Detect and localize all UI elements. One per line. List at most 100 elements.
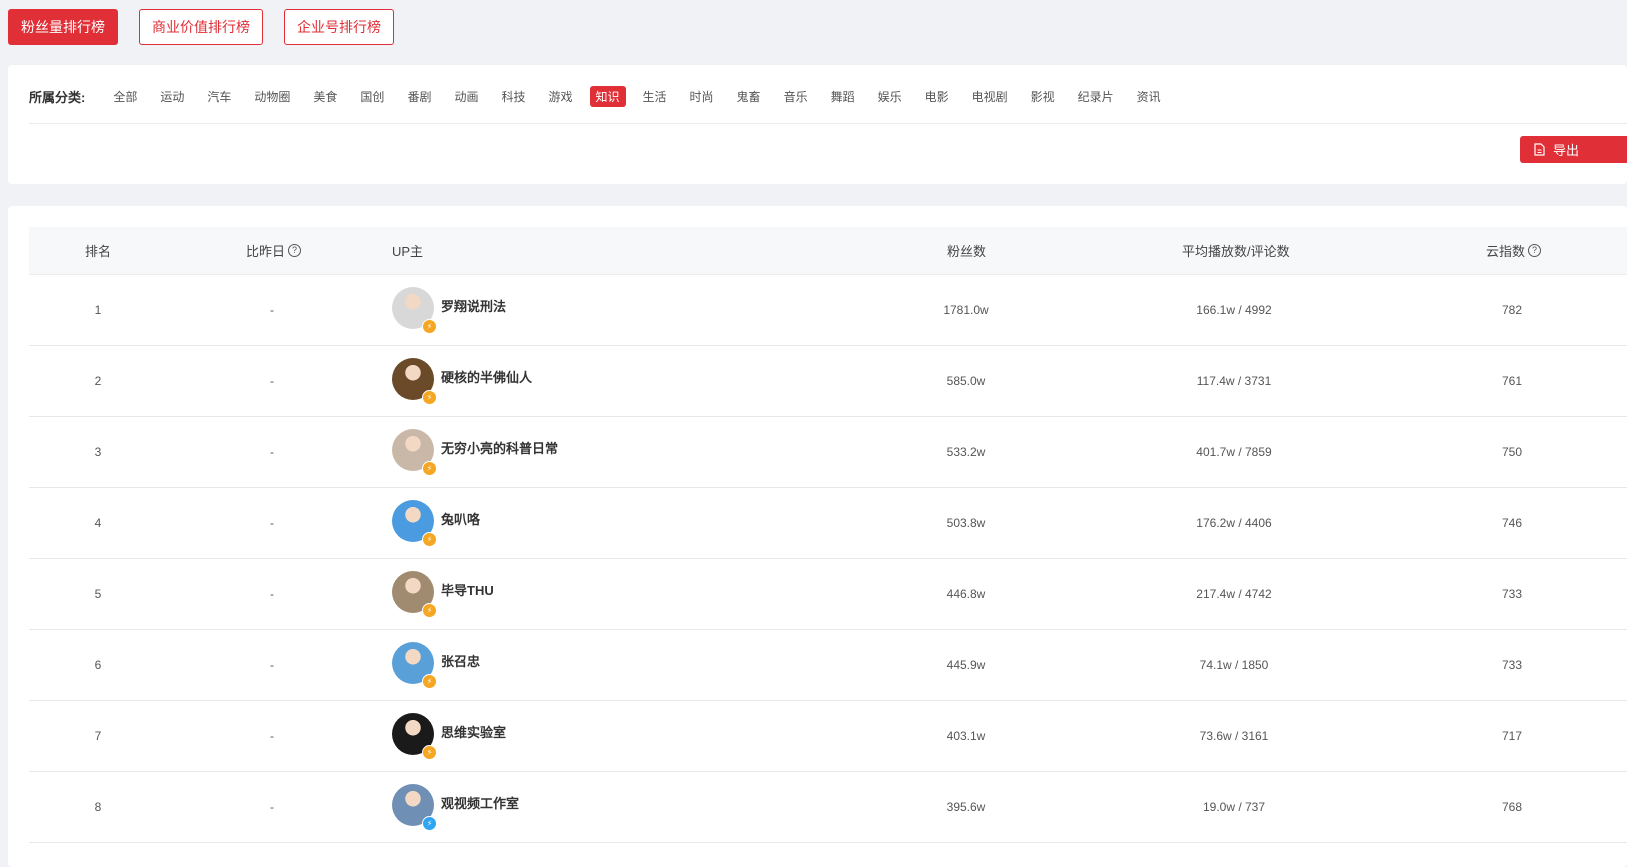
table-row[interactable]: 3 - ⚡ 无穷小亮的科普日常 533.2w 401.7w / 7859 750	[29, 417, 1627, 488]
table-row[interactable]: 1 - ⚡ 罗翔说刑法 1781.0w 166.1w / 4992 782	[29, 275, 1627, 346]
category-animals[interactable]: 动物圈	[248, 86, 296, 107]
up-cell[interactable]: ⚡ 无穷小亮的科普日常	[392, 417, 558, 487]
change-value: -	[270, 587, 274, 601]
verified-badge-icon: ⚡	[422, 390, 437, 405]
avg-value: 166.1w / 4992	[1196, 303, 1272, 317]
fans-value: 503.8w	[946, 516, 986, 530]
category-fashion[interactable]: 时尚	[684, 86, 720, 107]
header-fans-label: 粉丝数	[947, 244, 987, 259]
table-row[interactable]: 5 - ⚡ 毕导THU 446.8w 217.4w / 4742 733	[29, 559, 1627, 630]
header-change-label: 比昨日	[246, 244, 286, 259]
index-value: 761	[1501, 374, 1523, 388]
fans-value: 533.2w	[946, 445, 986, 459]
category-cars[interactable]: 汽车	[201, 86, 237, 107]
avg-value: 19.0w / 737	[1202, 800, 1266, 814]
category-bangumi[interactable]: 番剧	[401, 86, 437, 107]
up-cell[interactable]: ⚡ 思维实验室	[392, 701, 506, 771]
category-sports[interactable]: 运动	[154, 86, 190, 107]
category-food[interactable]: 美食	[307, 86, 343, 107]
category-life[interactable]: 生活	[637, 86, 673, 107]
avg-value: 74.1w / 1850	[1199, 658, 1269, 672]
verified-badge-icon: ⚡	[422, 461, 437, 476]
category-tv-series[interactable]: 电视剧	[966, 86, 1014, 107]
category-all[interactable]: 全部	[107, 86, 143, 107]
fans-value: 395.6w	[946, 800, 986, 814]
help-icon[interactable]: ?	[288, 244, 302, 257]
category-games[interactable]: 游戏	[542, 86, 578, 107]
category-filter-label: 所属分类:	[29, 89, 86, 105]
up-cell[interactable]: ⚡ 兔叭咯	[392, 488, 480, 558]
filter-divider	[29, 123, 1627, 124]
rank-value: 4	[94, 516, 102, 530]
up-cell[interactable]: ⚡ 毕导THU	[392, 559, 494, 629]
index-value: 733	[1501, 587, 1523, 601]
category-music[interactable]: 音乐	[778, 86, 814, 107]
export-button[interactable]: 导出	[1520, 136, 1627, 163]
rank-value: 5	[94, 587, 102, 601]
header-index: 云指数 ?	[1486, 227, 1542, 274]
avatar[interactable]: ⚡	[392, 287, 437, 334]
up-cell[interactable]: ⚡ 硬核的半佛仙人	[392, 346, 532, 416]
avg-value: 176.2w / 4406	[1196, 516, 1272, 530]
category-knowledge[interactable]: 知识	[589, 85, 626, 107]
header-avg: 平均播放数/评论数	[1182, 227, 1290, 274]
tab-business-value-ranking[interactable]: 商业价值排行榜	[139, 9, 263, 45]
up-name[interactable]: 思维实验室	[441, 722, 506, 741]
table-header: 排名 比昨日 ? UP主 粉丝数 平均播放数/评论数 云指数 ?	[29, 227, 1627, 275]
help-icon[interactable]: ?	[1528, 244, 1542, 257]
fans-value: 445.9w	[946, 658, 986, 672]
up-name[interactable]: 观视频工作室	[441, 793, 519, 812]
index-value: 746	[1501, 516, 1523, 530]
verified-badge-icon: ⚡	[422, 745, 437, 760]
avatar[interactable]: ⚡	[392, 358, 437, 405]
avatar[interactable]: ⚡	[392, 500, 437, 547]
category-kichiku[interactable]: 鬼畜	[731, 86, 767, 107]
category-documentary[interactable]: 纪录片	[1072, 86, 1120, 107]
avatar[interactable]: ⚡	[392, 642, 437, 689]
category-guochuang[interactable]: 国创	[354, 86, 390, 107]
fans-value: 585.0w	[946, 374, 986, 388]
category-film-tv[interactable]: 影视	[1025, 86, 1061, 107]
category-animation[interactable]: 动画	[448, 86, 484, 107]
table-row[interactable]: 2 - ⚡ 硬核的半佛仙人 585.0w 117.4w / 3731 761	[29, 346, 1627, 417]
tab-fans-ranking[interactable]: 粉丝量排行榜	[8, 9, 118, 45]
verified-badge-icon: ⚡	[422, 603, 437, 618]
rank-value: 6	[94, 658, 102, 672]
avatar[interactable]: ⚡	[392, 571, 437, 618]
category-news[interactable]: 资讯	[1131, 86, 1167, 107]
tab-enterprise-ranking[interactable]: 企业号排行榜	[284, 9, 394, 45]
fans-value: 446.8w	[946, 587, 986, 601]
up-name[interactable]: 兔叭咯	[441, 509, 480, 528]
avg-value: 401.7w / 7859	[1196, 445, 1272, 459]
avatar[interactable]: ⚡	[392, 713, 437, 760]
avg-value: 117.4w / 3731	[1196, 374, 1272, 388]
avg-value: 73.6w / 3161	[1199, 729, 1269, 743]
table-row[interactable]: 7 - ⚡ 思维实验室 403.1w 73.6w / 3161 717	[29, 701, 1627, 772]
up-cell[interactable]: ⚡ 罗翔说刑法	[392, 275, 506, 345]
table-row[interactable]: 8 - ⚡ 观视频工作室 395.6w 19.0w / 737 768	[29, 772, 1627, 843]
up-name[interactable]: 硬核的半佛仙人	[441, 367, 532, 386]
table-row[interactable]: 4 - ⚡ 兔叭咯 503.8w 176.2w / 4406 746	[29, 488, 1627, 559]
verified-badge-icon: ⚡	[422, 319, 437, 334]
category-tech[interactable]: 科技	[495, 86, 531, 107]
table-row[interactable]: 6 - ⚡ 张召忠 445.9w 74.1w / 1850 733	[29, 630, 1627, 701]
category-dance[interactable]: 舞蹈	[825, 86, 861, 107]
fans-value: 1781.0w	[943, 303, 989, 317]
ranking-tabs: 粉丝量排行榜 商业价值排行榜 企业号排行榜	[8, 9, 394, 45]
up-name[interactable]: 无穷小亮的科普日常	[441, 438, 558, 457]
rank-value: 3	[94, 445, 102, 459]
up-name[interactable]: 张召忠	[441, 651, 480, 670]
avatar[interactable]: ⚡	[392, 784, 437, 831]
filter-panel: 所属分类: 全部 运动 汽车 动物圈 美食 国创 番剧 动画 科技 游戏 知识 …	[8, 65, 1627, 184]
header-rank-label: 排名	[85, 244, 112, 259]
verified-badge-icon: ⚡	[422, 674, 437, 689]
category-movies[interactable]: 电影	[919, 86, 955, 107]
avatar[interactable]: ⚡	[392, 429, 437, 476]
up-cell[interactable]: ⚡ 观视频工作室	[392, 772, 519, 842]
category-filter: 所属分类: 全部 运动 汽车 动物圈 美食 国创 番剧 动画 科技 游戏 知识 …	[29, 85, 1627, 107]
up-name[interactable]: 罗翔说刑法	[441, 296, 506, 315]
up-cell[interactable]: ⚡ 张召忠	[392, 630, 480, 700]
up-name[interactable]: 毕导THU	[441, 580, 494, 599]
table-body: 1 - ⚡ 罗翔说刑法 1781.0w 166.1w / 4992 782 2 …	[29, 275, 1627, 843]
category-entertainment[interactable]: 娱乐	[872, 86, 908, 107]
